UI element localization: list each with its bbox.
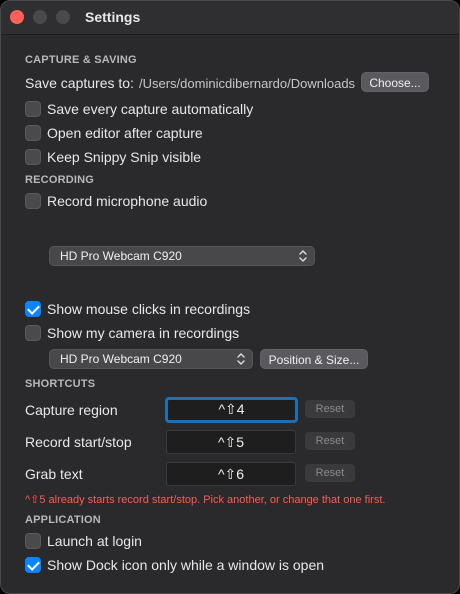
microphone-device-value: HD Pro Webcam C920 — [60, 249, 182, 263]
save-automatically-checkbox[interactable] — [25, 101, 41, 117]
section-shortcuts: SHORTCUTS — [25, 378, 96, 390]
camera-device-select[interactable]: HD Pro Webcam C920 — [49, 349, 253, 369]
record-microphone-label: Record microphone audio — [47, 193, 208, 209]
show-mouse-clicks-label: Show mouse clicks in recordings — [47, 301, 251, 317]
chevron-up-down-icon — [299, 250, 307, 262]
shortcut-label-capture-region: Capture region — [25, 402, 118, 418]
section-application: APPLICATION — [25, 514, 101, 526]
show-camera-label: Show my camera in recordings — [47, 325, 240, 341]
chevron-up-down-icon — [237, 353, 245, 365]
reset-grab-text-button[interactable]: Reset — [305, 464, 355, 482]
save-path-value: /Users/dominicdibernardo/Downloads — [139, 76, 356, 91]
reset-record-button[interactable]: Reset — [305, 432, 355, 450]
show-camera-checkbox[interactable] — [25, 325, 41, 341]
close-window-button[interactable] — [10, 10, 24, 24]
shortcut-field-grab-text[interactable]: ^⇧6 — [166, 462, 296, 486]
choose-folder-button[interactable]: Choose... — [361, 72, 429, 92]
window-title: Settings — [85, 9, 141, 25]
reset-capture-region-button[interactable]: Reset — [305, 400, 355, 418]
position-size-button[interactable]: Position & Size... — [260, 349, 368, 369]
keep-visible-checkbox[interactable] — [25, 149, 41, 165]
section-recording: RECORDING — [25, 174, 95, 186]
shortcut-label-record: Record start/stop — [25, 434, 132, 450]
title-bar: Settings — [1, 1, 459, 35]
launch-at-login-checkbox[interactable] — [25, 533, 41, 549]
shortcut-conflict-warning: ^⇧5 already starts record start/stop. Pi… — [25, 494, 386, 506]
open-editor-label: Open editor after capture — [47, 125, 203, 141]
show-mouse-clicks-checkbox[interactable] — [25, 301, 41, 317]
dock-icon-label: Show Dock icon only while a window is op… — [47, 557, 325, 573]
shortcut-label-grab-text: Grab text — [25, 466, 83, 482]
shortcut-field-capture-region[interactable]: ^⇧4 — [165, 397, 298, 423]
open-editor-checkbox[interactable] — [25, 125, 41, 141]
shortcut-field-record[interactable]: ^⇧5 — [166, 430, 296, 454]
keep-visible-label: Keep Snippy Snip visible — [47, 149, 202, 165]
save-automatically-label: Save every capture automatically — [47, 101, 254, 117]
zoom-window-button[interactable] — [56, 10, 70, 24]
save-captures-label: Save captures to: — [25, 75, 134, 91]
camera-device-value: HD Pro Webcam C920 — [60, 352, 182, 366]
minimize-window-button[interactable] — [33, 10, 47, 24]
launch-at-login-label: Launch at login — [47, 533, 142, 549]
dock-icon-checkbox[interactable] — [25, 557, 41, 573]
record-microphone-checkbox[interactable] — [25, 193, 41, 209]
section-capture-saving: CAPTURE & SAVING — [25, 54, 137, 66]
microphone-device-select[interactable]: HD Pro Webcam C920 — [49, 246, 315, 266]
settings-window: Settings CAPTURE & SAVING Save captures … — [0, 0, 460, 594]
